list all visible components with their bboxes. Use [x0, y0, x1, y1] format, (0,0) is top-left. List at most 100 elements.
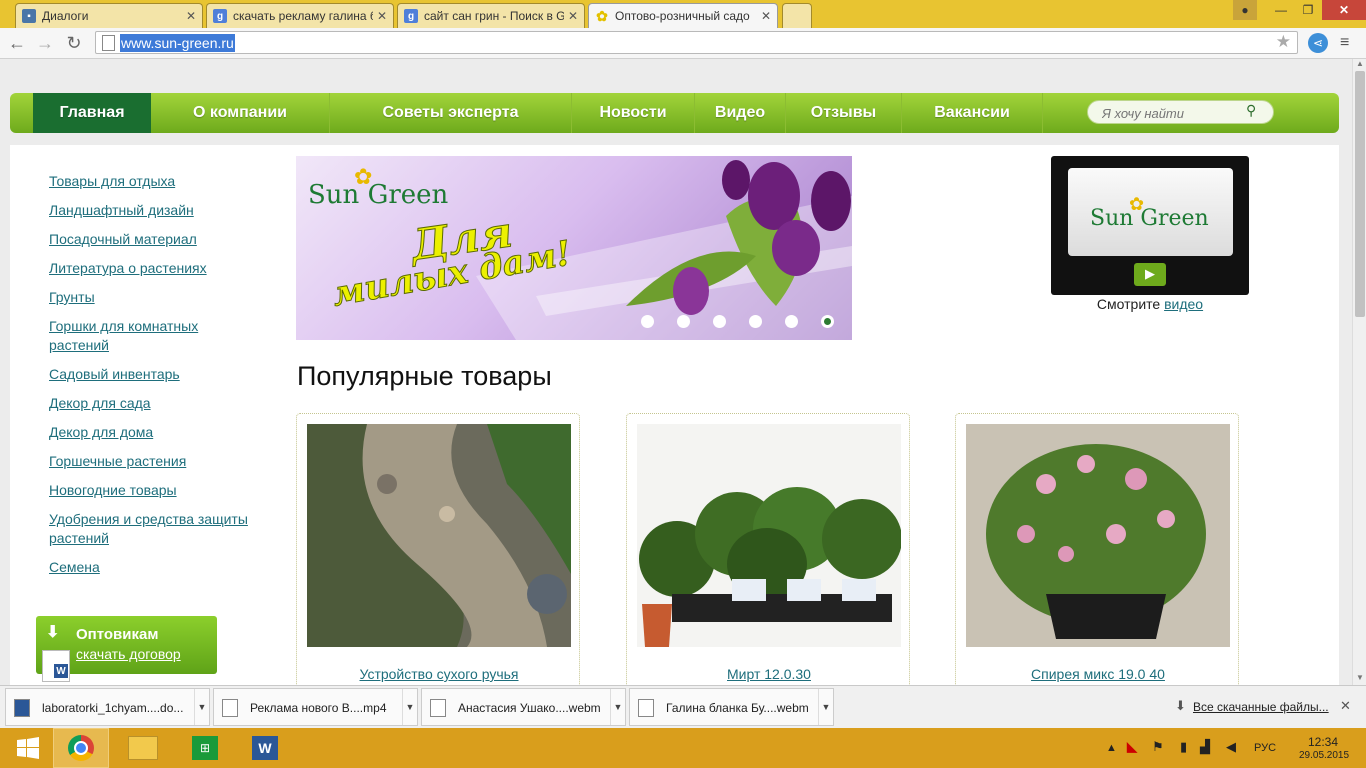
- download-item[interactable]: Реклама нового В....mp4 ▼: [213, 688, 418, 726]
- download-arrow-icon: ⬇: [46, 624, 60, 641]
- product-title[interactable]: Мирт 12.0.30: [627, 666, 911, 682]
- nav-about[interactable]: О компании: [151, 93, 330, 133]
- forward-arrow-icon[interactable]: →: [34, 32, 56, 54]
- product-title[interactable]: Спирея микс 19.0 40: [956, 666, 1240, 682]
- flag-icon[interactable]: ⚑: [1152, 739, 1164, 755]
- signal-icon[interactable]: ▟: [1200, 739, 1210, 755]
- nav-expert-tips[interactable]: Советы эксперта: [330, 93, 572, 133]
- chevron-down-icon[interactable]: ▼: [818, 689, 833, 725]
- product-card[interactable]: Мирт 12.0.30: [626, 413, 910, 685]
- video-player[interactable]: Sun Green ✿ ▶: [1051, 156, 1249, 295]
- wholesale-button[interactable]: ⬇ Оптовикам скачать договор W: [36, 616, 217, 682]
- slide-dot-5[interactable]: [785, 315, 798, 328]
- flower-icon: ✿: [596, 7, 608, 24]
- video-link[interactable]: видео: [1164, 296, 1203, 312]
- search-icon[interactable]: ⚲: [1246, 102, 1256, 119]
- sidebar-link-new-year[interactable]: Новогодние товары: [49, 481, 279, 500]
- sidebar-link-fertilizers[interactable]: Удобрения и средства защиты растений: [49, 510, 274, 548]
- product-card[interactable]: Устройство сухого ручья: [296, 413, 580, 685]
- tab-google-search-1[interactable]: g скачать рекламу галина б ✕: [206, 3, 394, 28]
- sidebar-link-landscape[interactable]: Ландшафтный дизайн: [49, 201, 279, 220]
- chrome-taskbar-button[interactable]: [53, 728, 109, 768]
- sidebar-link-home-decor[interactable]: Декор для дома: [49, 423, 279, 442]
- scrollbar-thumb[interactable]: [1355, 71, 1365, 317]
- play-button[interactable]: ▶: [1134, 263, 1166, 286]
- download-item[interactable]: Галина бланка Бу....webm ▼: [629, 688, 834, 726]
- tab-dialogs[interactable]: ▪ Диалоги ✕: [15, 3, 203, 28]
- new-tab-button[interactable]: [782, 3, 812, 28]
- page-icon: [102, 35, 115, 51]
- chat-icon: ▪: [22, 9, 36, 23]
- chevron-down-icon[interactable]: ▼: [610, 689, 625, 725]
- sidebar-link-garden-decor[interactable]: Декор для сада: [49, 394, 279, 413]
- sidebar-link-planting[interactable]: Посадочный материал: [49, 230, 279, 249]
- explorer-taskbar-button[interactable]: [115, 728, 171, 768]
- sidebar-link-seeds[interactable]: Семена: [49, 558, 279, 577]
- slide-dot-1[interactable]: [641, 315, 654, 328]
- slide-dot-4[interactable]: [749, 315, 762, 328]
- start-button[interactable]: [0, 728, 56, 768]
- volume-icon[interactable]: ◀: [1226, 739, 1236, 755]
- tab-label: Диалоги: [42, 9, 89, 23]
- clock-date[interactable]: 29.05.2015: [1299, 750, 1349, 761]
- windows-logo-icon: [17, 737, 39, 759]
- store-taskbar-button[interactable]: ⊞: [177, 728, 233, 768]
- sidebar-link-pots[interactable]: Горшки для комнатных растений: [49, 317, 224, 355]
- share-icon[interactable]: ⋖: [1308, 33, 1328, 53]
- user-icon[interactable]: ●: [1233, 0, 1257, 20]
- chevron-down-icon[interactable]: ▼: [194, 689, 209, 725]
- product-title[interactable]: Устройство сухого ручья: [297, 666, 581, 682]
- product-image-spirea[interactable]: [966, 424, 1230, 647]
- clock-time[interactable]: 12:34: [1308, 735, 1338, 749]
- nav-vacancies[interactable]: Вакансии: [902, 93, 1043, 133]
- play-icon: ▶: [1145, 266, 1155, 281]
- search-input[interactable]: [1100, 103, 1244, 123]
- back-arrow-icon[interactable]: ←: [6, 32, 28, 54]
- antivirus-icon[interactable]: ◣: [1127, 739, 1137, 755]
- sidebar-link-potted-plants[interactable]: Горшечные растения: [49, 452, 279, 471]
- nav-news[interactable]: Новости: [572, 93, 695, 133]
- sidebar-link-tools[interactable]: Садовый инвентарь: [49, 365, 279, 384]
- scroll-up-icon[interactable]: ▲: [1356, 59, 1364, 68]
- star-icon[interactable]: ★: [1276, 32, 1291, 52]
- product-image-dry-stream[interactable]: [307, 424, 571, 647]
- address-bar[interactable]: www.sun-green.ru ★: [95, 31, 1298, 54]
- maximize-button[interactable]: ❐: [1295, 0, 1321, 20]
- all-downloads-link[interactable]: Все скачанные файлы...: [1193, 700, 1329, 714]
- window-close-button[interactable]: ✕: [1322, 0, 1366, 20]
- language-indicator[interactable]: РУС: [1254, 742, 1276, 754]
- download-item[interactable]: laboratorki_1chyam....do... ▼: [5, 688, 210, 726]
- nav-home[interactable]: Главная: [33, 93, 151, 133]
- video-thumbnail: Sun Green ✿: [1068, 168, 1233, 256]
- product-card[interactable]: Спирея микс 19.0 40: [955, 413, 1239, 685]
- page-scrollbar[interactable]: ▲ ▼: [1352, 59, 1366, 685]
- slide-dot-6[interactable]: [821, 315, 834, 328]
- slide-dot-3[interactable]: [713, 315, 726, 328]
- nav-reviews[interactable]: Отзывы: [786, 93, 902, 133]
- close-icon[interactable]: ✕: [377, 9, 387, 23]
- word-taskbar-button[interactable]: W: [237, 728, 293, 768]
- slide-dot-2[interactable]: [677, 315, 690, 328]
- scroll-down-icon[interactable]: ▼: [1356, 673, 1364, 682]
- nav-video[interactable]: Видео: [695, 93, 786, 133]
- tab-google-search-2[interactable]: g сайт сан грин - Поиск в G ✕: [397, 3, 585, 28]
- download-item[interactable]: Анастасия Ушако....webm ▼: [421, 688, 626, 726]
- tray-arrow-icon[interactable]: ▲: [1106, 742, 1117, 754]
- sidebar-link-leisure[interactable]: Товары для отдыха: [49, 172, 279, 191]
- wholesale-download-link[interactable]: скачать договор: [76, 646, 181, 662]
- chevron-down-icon[interactable]: ▼: [402, 689, 417, 725]
- url-text[interactable]: www.sun-green.ru: [120, 34, 235, 52]
- promo-banner[interactable]: Sun Green ✿ Для милых дам!: [296, 156, 852, 340]
- minimize-button[interactable]: —: [1268, 0, 1294, 20]
- close-icon[interactable]: ✕: [568, 9, 578, 23]
- close-icon[interactable]: ✕: [761, 9, 771, 23]
- sidebar-link-soil[interactable]: Грунты: [49, 288, 279, 307]
- battery-icon[interactable]: ▮: [1180, 739, 1187, 755]
- product-image-myrtle[interactable]: [637, 424, 901, 647]
- close-icon[interactable]: ✕: [186, 9, 196, 23]
- menu-icon[interactable]: ≡: [1340, 34, 1349, 52]
- close-icon[interactable]: ✕: [1340, 698, 1351, 714]
- tab-sun-green[interactable]: ✿ Оптово-розничный садо ✕: [588, 3, 778, 28]
- reload-icon[interactable]: ↻: [63, 32, 85, 54]
- sidebar-link-literature[interactable]: Литература о растениях: [49, 259, 279, 278]
